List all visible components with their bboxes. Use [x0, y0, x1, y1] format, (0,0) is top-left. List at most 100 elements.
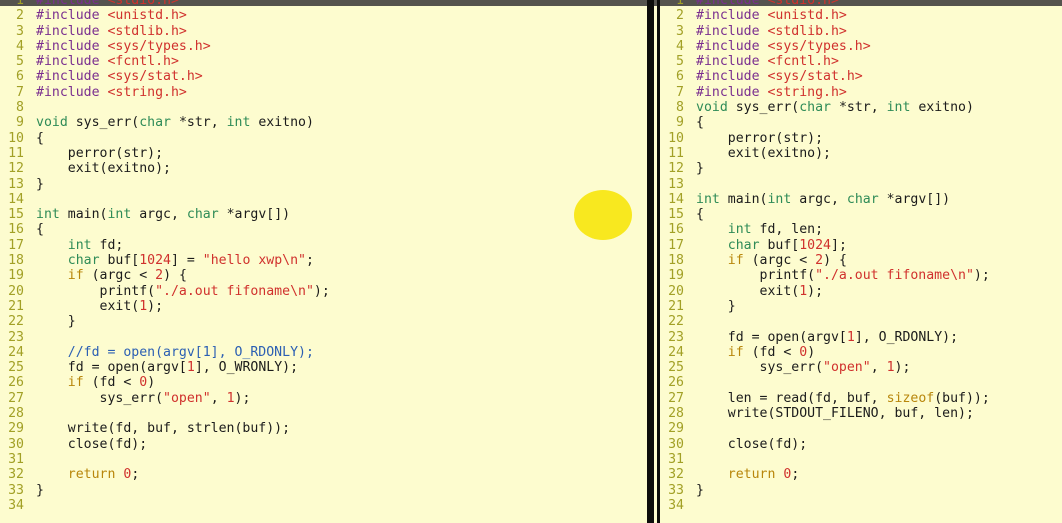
code-token: *str, [171, 115, 227, 131]
code-line[interactable]: 26 [660, 375, 990, 390]
code-line[interactable]: 21 } [660, 299, 990, 314]
code-line[interactable]: 7 #include <string.h> [660, 85, 990, 100]
code-token: #include [696, 0, 768, 8]
code-line[interactable]: 14 [0, 192, 330, 207]
line-number: 31 [668, 451, 684, 467]
code-token: *argv[]) [878, 191, 951, 207]
line-number: 15 [668, 207, 684, 223]
line-number: 26 [668, 375, 684, 391]
code-line[interactable]: 3 #include <stdlib.h> [660, 24, 990, 39]
code-line[interactable]: 22 } [0, 314, 330, 329]
code-line[interactable]: 8 [0, 100, 330, 115]
code-line[interactable]: 34 [0, 498, 330, 513]
code-line[interactable]: 20 exit(1); [660, 284, 990, 299]
code-line[interactable]: 6 #include <sys/stat.h> [660, 69, 990, 84]
code-line[interactable]: 24 //fd = open(argv[1], O_RDONLY); [0, 345, 330, 360]
code-line[interactable]: 9{ [660, 115, 990, 130]
code-line[interactable]: 30 close(fd); [0, 437, 330, 452]
code-line[interactable]: 15 int main(int argc, char *argv[]) [0, 207, 330, 222]
code-line[interactable]: 18 if (argc < 2) { [660, 253, 990, 268]
line-number: 24 [668, 344, 684, 360]
code-token: 1024 [799, 237, 831, 253]
code-line[interactable]: 34 [660, 498, 990, 513]
code-listing-right[interactable]: 1 #include <stdio.h> 2 #include <unistd.h> 3… [660, 0, 990, 513]
code-line[interactable]: 1 #include <stdio.h> [0, 0, 330, 8]
code-line[interactable]: 17 int fd; [0, 238, 330, 253]
code-line[interactable]: 11 perror(str); [0, 146, 330, 161]
code-line[interactable]: 23 [0, 330, 330, 345]
code-line[interactable]: 6 #include <sys/stat.h> [0, 69, 330, 84]
code-line[interactable]: 24 if (fd < 0) [660, 345, 990, 360]
code-token: <string.h> [767, 84, 847, 100]
code-line[interactable]: 25 sys_err("open", 1); [660, 360, 990, 375]
code-token: <fcntl.h> [767, 54, 839, 70]
code-token: ] = [171, 253, 203, 269]
code-line[interactable]: 1 #include <stdio.h> [660, 0, 990, 8]
code-token: #include [696, 8, 768, 24]
code-token: int [696, 191, 720, 207]
code-line[interactable]: 2 #include <unistd.h> [660, 8, 990, 23]
code-line[interactable]: 33} [0, 483, 330, 498]
code-line[interactable]: 29 [660, 421, 990, 436]
code-line[interactable]: 9 void sys_err(char *str, int exitno) [0, 115, 330, 130]
code-line[interactable]: 27 len = read(fd, buf, sizeof(buf)); [660, 391, 990, 406]
editor-pane-right[interactable]: 1 #include <stdio.h> 2 #include <unistd.h> 3… [660, 0, 1062, 523]
line-number: 34 [668, 497, 684, 513]
code-token: (argc < [743, 253, 816, 269]
code-line[interactable]: 31 [0, 452, 330, 467]
code-line[interactable]: 15 { [660, 207, 990, 222]
code-line[interactable]: 31 [660, 452, 990, 467]
code-line[interactable]: 13 [660, 177, 990, 192]
code-token: if [67, 375, 84, 391]
code-token: "./a.out fifoname\n" [815, 268, 974, 284]
line-number: 29 [668, 421, 684, 437]
code-line[interactable]: 20 printf("./a.out fifoname\n"); [0, 284, 330, 299]
code-line[interactable]: 4 #include <sys/types.h> [0, 39, 330, 54]
code-line[interactable]: 27 sys_err("open", 1); [0, 391, 330, 406]
code-line[interactable]: 14 int main(int argc, char *argv[]) [660, 192, 990, 207]
code-token: sizeof [886, 390, 935, 406]
code-line[interactable]: 16 { [0, 222, 330, 237]
code-line[interactable]: 32 return 0; [660, 467, 990, 482]
code-line[interactable]: 30 close(fd); [660, 437, 990, 452]
code-line[interactable]: 4 #include <sys/types.h> [660, 39, 990, 54]
code-line[interactable]: 13} [0, 177, 330, 192]
code-line[interactable]: 7 #include <string.h> [0, 85, 330, 100]
code-line[interactable]: 19 if (argc < 2) { [0, 268, 330, 283]
code-line[interactable]: 22 [660, 314, 990, 329]
code-line[interactable]: 32 return 0; [0, 467, 330, 482]
code-line[interactable]: 2 #include <unistd.h> [0, 8, 330, 23]
code-line[interactable]: 3 #include <stdlib.h> [0, 24, 330, 39]
code-line[interactable]: 11 exit(exitno); [660, 146, 990, 161]
code-token: int [767, 191, 792, 207]
line-number: 7 [676, 84, 684, 100]
code-line[interactable]: 5 #include <fcntl.h> [660, 54, 990, 69]
code-token: 1 [886, 360, 895, 376]
code-line[interactable]: 23 fd = open(argv[1], O_RDONLY); [660, 330, 990, 345]
code-line[interactable]: 33} [660, 483, 990, 498]
code-line[interactable]: 25 fd = open(argv[1], O_WRONLY); [0, 360, 330, 375]
code-line[interactable]: 16 int fd, len; [660, 222, 990, 237]
code-line[interactable]: 19 printf("./a.out fifoname\n"); [660, 268, 990, 283]
code-token: *str, [831, 100, 887, 116]
code-token: ); [973, 268, 990, 284]
code-line[interactable]: 10 perror(str); [660, 131, 990, 146]
code-line[interactable]: 21 exit(1); [0, 299, 330, 314]
code-line[interactable]: 18 char buf[1024] = "hello xwp\n"; [0, 253, 330, 268]
code-line[interactable]: 10 { [0, 131, 330, 146]
code-line[interactable]: 12} [660, 161, 990, 176]
split-divider[interactable] [647, 0, 654, 523]
code-line[interactable]: 26 if (fd < 0) [0, 375, 330, 390]
code-line[interactable]: 29 write(fd, buf, strlen(buf)); [0, 421, 330, 436]
code-line[interactable]: 5 #include <fcntl.h> [0, 54, 330, 69]
line-number: 21 [8, 298, 24, 314]
code-line[interactable]: 8 void sys_err(char *str, int exitno) [660, 100, 990, 115]
code-listing-left[interactable]: 1 #include <stdio.h> 2 #include <unistd.h> 3… [0, 0, 330, 513]
code-line[interactable]: 28 write(STDOUT_FILENO, buf, len); [660, 406, 990, 421]
code-line[interactable]: 17 char buf[1024]; [660, 238, 990, 253]
code-line[interactable]: 28 [0, 406, 330, 421]
editor-pane-left[interactable]: 1 #include <stdio.h> 2 #include <unistd.h> 3… [0, 0, 647, 523]
code-line[interactable]: 12 exit(exitno); [0, 161, 330, 176]
